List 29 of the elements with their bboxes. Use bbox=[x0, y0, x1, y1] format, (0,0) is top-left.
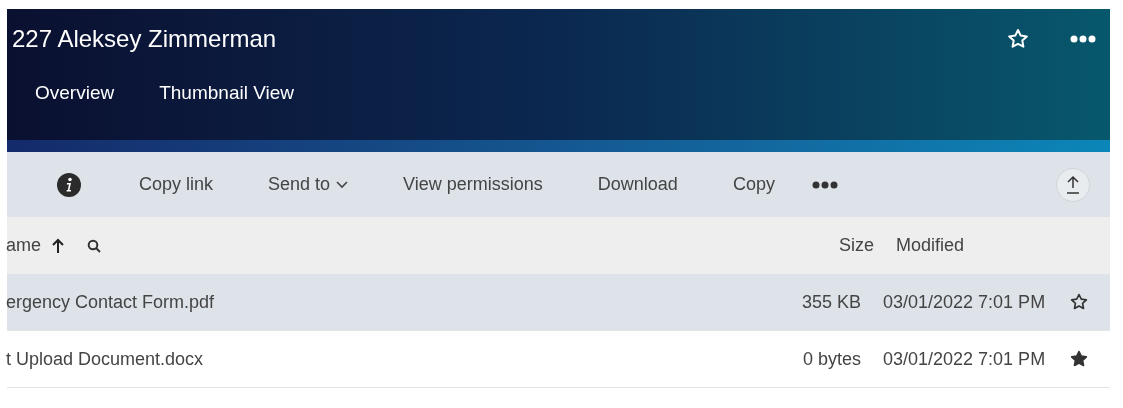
column-header[interactable]: Modified bbox=[874, 232, 1110, 259]
page-title: 227 Aleksey Zimmerman bbox=[12, 24, 277, 54]
chevron-down-icon bbox=[336, 180, 349, 189]
modified-date: 03/01/2022 7:01 PM bbox=[882, 347, 1047, 371]
file-name: ergency Contact Form.pdf bbox=[6, 290, 215, 314]
toolbar-button[interactable]: View permissions bbox=[385, 171, 561, 198]
filled-star-icon[interactable] bbox=[1069, 349, 1089, 369]
search-icon[interactable] bbox=[87, 238, 101, 253]
column-header[interactable]: ame bbox=[6, 232, 41, 259]
info-icon[interactable] bbox=[57, 172, 81, 197]
file-size: 0 bytes bbox=[801, 347, 861, 371]
file-size: 355 KB bbox=[800, 290, 861, 314]
tab[interactable]: Thumbnail View bbox=[159, 79, 294, 108]
sort-up-icon[interactable] bbox=[51, 237, 65, 254]
modified-date: 03/01/2022 7:01 PM bbox=[882, 290, 1047, 314]
toolbar-button[interactable]: Download bbox=[579, 171, 696, 198]
more-icon[interactable] bbox=[811, 180, 838, 189]
upload-icon bbox=[1065, 174, 1081, 195]
toolbar-button[interactable]: Copy bbox=[714, 171, 793, 198]
toolbar-button[interactable]: Copy link bbox=[121, 171, 232, 198]
more-icon[interactable] bbox=[1070, 35, 1096, 43]
favorite-icon[interactable] bbox=[1006, 27, 1030, 51]
toolbar-button[interactable]: Send to bbox=[250, 171, 367, 198]
upload-button[interactable] bbox=[1056, 167, 1090, 202]
file-row[interactable]: ergency Contact Form.pdf 355 KB 03/01/2022 7:01 PM bbox=[7, 274, 1110, 331]
tab[interactable]: Overview bbox=[35, 79, 115, 108]
star-icon[interactable] bbox=[1069, 292, 1089, 312]
file-name: t Upload Document.docx bbox=[6, 347, 204, 371]
column-header[interactable]: Size bbox=[774, 232, 874, 259]
